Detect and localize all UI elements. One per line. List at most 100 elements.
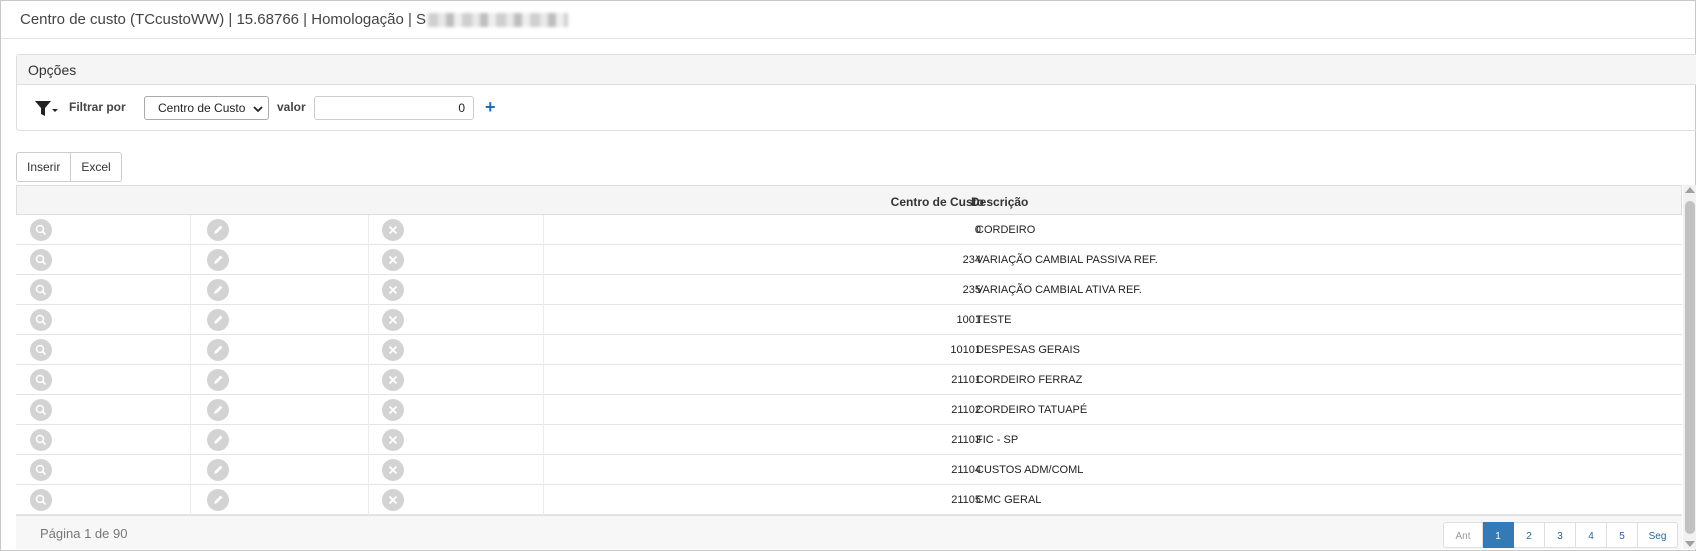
toolbar: Inserir Excel <box>16 152 122 182</box>
column-divider <box>190 365 191 395</box>
column-divider <box>543 275 544 305</box>
column-divider <box>368 395 369 425</box>
column-header-cost-center[interactable]: Centro de Custo <box>891 195 984 209</box>
view-icon[interactable] <box>30 459 52 481</box>
view-icon[interactable] <box>30 399 52 421</box>
view-icon[interactable] <box>30 309 52 331</box>
table-row[interactable]: 1001 TESTE <box>16 305 1682 335</box>
filter-field-select[interactable]: Centro de Custo <box>144 96 269 120</box>
scroll-down-arrow-icon[interactable] <box>1685 541 1695 547</box>
column-divider <box>368 305 369 335</box>
column-divider <box>543 245 544 275</box>
view-icon[interactable] <box>30 339 52 361</box>
view-icon[interactable] <box>30 429 52 451</box>
page-button-2[interactable]: 2 <box>1514 522 1545 548</box>
edit-icon[interactable] <box>207 339 229 361</box>
table-row[interactable]: 21102 CORDEIRO TATUAPÉ <box>16 395 1682 425</box>
cost-center-description: CUSTOS ADM/COML <box>976 464 1084 476</box>
edit-icon[interactable] <box>207 249 229 271</box>
edit-icon[interactable] <box>207 459 229 481</box>
column-divider <box>190 215 191 245</box>
page-button-5[interactable]: 5 <box>1607 522 1638 548</box>
delete-icon[interactable] <box>382 429 404 451</box>
options-header[interactable]: Opções <box>17 55 1696 85</box>
column-divider <box>190 455 191 485</box>
page-button-4[interactable]: 4 <box>1576 522 1607 548</box>
edit-icon[interactable] <box>207 369 229 391</box>
table-row[interactable]: 21101 CORDEIRO FERRAZ <box>16 365 1682 395</box>
grid-header: Centro de Custo Descrição <box>16 185 1682 215</box>
filter-field-selected: Centro de Custo <box>158 101 246 115</box>
delete-icon[interactable] <box>382 399 404 421</box>
cost-center-description: VARIAÇÃO CAMBIAL ATIVA REF. <box>976 284 1142 296</box>
column-divider <box>190 275 191 305</box>
pagination: Ant 1 2 3 4 5 Seg <box>1443 522 1678 548</box>
column-divider <box>368 245 369 275</box>
table-row[interactable]: 0 CORDEIRO <box>16 215 1682 245</box>
page-button-3[interactable]: 3 <box>1545 522 1576 548</box>
window-title-bar: Centro de custo (TCcustoWW) | 15.68766 |… <box>1 1 1695 39</box>
filter-icon[interactable] <box>34 99 58 119</box>
scroll-up-arrow-icon[interactable] <box>1685 187 1695 193</box>
filter-value-input[interactable]: 0 <box>314 96 474 120</box>
delete-icon[interactable] <box>382 309 404 331</box>
filter-bar: Filtrar por Centro de Custo valor 0 + <box>17 85 1696 131</box>
options-panel: Opções Filtrar por Centro de Custo valor… <box>16 54 1696 131</box>
edit-icon[interactable] <box>207 279 229 301</box>
edit-icon[interactable] <box>207 219 229 241</box>
view-icon[interactable] <box>30 369 52 391</box>
column-divider <box>368 425 369 455</box>
column-divider <box>543 305 544 335</box>
column-divider <box>190 395 191 425</box>
delete-icon[interactable] <box>382 249 404 271</box>
add-filter-button[interactable]: + <box>485 95 496 119</box>
table-row[interactable]: 235 VARIAÇÃO CAMBIAL ATIVA REF. <box>16 275 1682 305</box>
cost-center-description: VARIAÇÃO CAMBIAL PASSIVA REF. <box>976 254 1158 266</box>
cost-center-description: CORDEIRO <box>976 224 1036 236</box>
page-next-button[interactable]: Seg <box>1638 522 1678 548</box>
redacted-text <box>428 13 569 28</box>
delete-icon[interactable] <box>382 339 404 361</box>
scroll-thumb[interactable] <box>1685 201 1695 534</box>
vertical-scrollbar[interactable] <box>1683 185 1696 549</box>
table-row[interactable]: 21104 CUSTOS ADM/COML <box>16 455 1682 485</box>
view-icon[interactable] <box>30 249 52 271</box>
page-info: Página 1 de 90 <box>40 526 128 541</box>
cost-center-description: TESTE <box>976 314 1012 326</box>
delete-icon[interactable] <box>382 369 404 391</box>
column-divider <box>368 365 369 395</box>
cost-center-description: CORDEIRO FERRAZ <box>976 374 1083 386</box>
view-icon[interactable] <box>30 219 52 241</box>
column-divider <box>543 365 544 395</box>
column-divider <box>190 305 191 335</box>
column-divider <box>368 215 369 245</box>
view-icon[interactable] <box>30 279 52 301</box>
insert-button[interactable]: Inserir <box>16 152 72 182</box>
table-row[interactable]: 10101 DESPESAS GERAIS <box>16 335 1682 365</box>
view-icon[interactable] <box>30 489 52 511</box>
cost-center-description: CMC GERAL <box>976 494 1042 506</box>
edit-icon[interactable] <box>207 399 229 421</box>
delete-icon[interactable] <box>382 489 404 511</box>
delete-icon[interactable] <box>382 219 404 241</box>
excel-button[interactable]: Excel <box>71 152 122 182</box>
value-label: valor <box>277 100 306 114</box>
column-divider <box>543 395 544 425</box>
table-row[interactable]: 234 VARIAÇÃO CAMBIAL PASSIVA REF. <box>16 245 1682 275</box>
page-prev-button[interactable]: Ant <box>1443 522 1483 548</box>
delete-icon[interactable] <box>382 459 404 481</box>
column-divider <box>368 455 369 485</box>
page-button-1[interactable]: 1 <box>1483 522 1514 548</box>
edit-icon[interactable] <box>207 429 229 451</box>
table-row[interactable]: 21105 CMC GERAL <box>16 485 1682 515</box>
edit-icon[interactable] <box>207 489 229 511</box>
edit-icon[interactable] <box>207 309 229 331</box>
chevron-down-icon <box>253 103 263 113</box>
cost-center-description: CORDEIRO TATUAPÉ <box>976 404 1088 416</box>
column-divider <box>368 485 369 515</box>
window-title: Centro de custo (TCcustoWW) | 15.68766 |… <box>20 11 427 28</box>
column-header-description[interactable]: Descrição <box>971 195 1028 209</box>
column-divider <box>190 335 191 365</box>
delete-icon[interactable] <box>382 279 404 301</box>
table-row[interactable]: 21103 FIC - SP <box>16 425 1682 455</box>
